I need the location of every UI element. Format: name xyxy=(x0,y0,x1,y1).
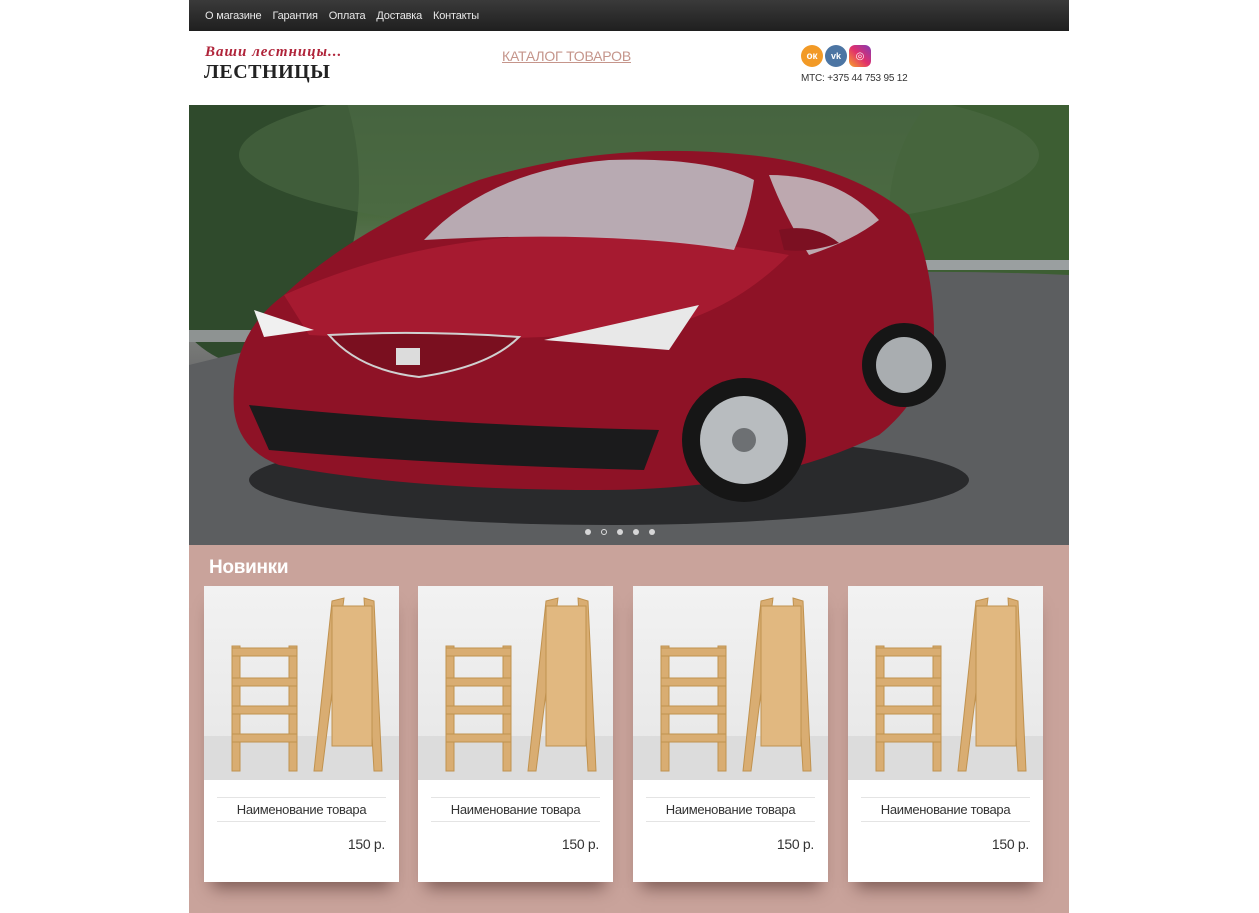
product-image[interactable] xyxy=(848,586,1043,780)
nav-payment[interactable]: Оплата xyxy=(329,10,366,22)
slider-dot-active[interactable] xyxy=(601,529,607,535)
slider-dot[interactable] xyxy=(649,529,655,535)
new-products-section: Новинки Наименование товара 150 р. Наиме… xyxy=(189,545,1069,913)
product-name[interactable]: Наименование товара xyxy=(431,797,600,822)
hero-slider[interactable] xyxy=(189,105,1069,545)
nav-warranty[interactable]: Гарантия xyxy=(272,10,318,22)
vkontakte-icon[interactable]: vk xyxy=(825,45,847,67)
product-card[interactable]: Наименование товара 150 р. xyxy=(633,586,828,882)
product-price: 150 р. xyxy=(561,836,599,852)
top-navigation: О магазине Гарантия Оплата Доставка Конт… xyxy=(189,0,1069,31)
phone-number: МТС: +375 44 753 95 12 xyxy=(801,73,908,84)
odnoklassniki-icon[interactable]: ок xyxy=(801,45,823,67)
brand-logo-text[interactable]: ЛЕСТНИЦЫ xyxy=(204,61,330,84)
product-price: 150 р. xyxy=(991,836,1029,852)
product-image[interactable] xyxy=(418,586,613,780)
product-name[interactable]: Наименование товара xyxy=(646,797,815,822)
catalog-link[interactable]: КАТАЛОГ ТОВАРОВ xyxy=(502,48,631,64)
nav-contacts[interactable]: Контакты xyxy=(433,10,479,22)
page-container: О магазине Гарантия Оплата Доставка Конт… xyxy=(189,0,1069,913)
product-name[interactable]: Наименование товара xyxy=(217,797,386,822)
hero-slide-image xyxy=(189,105,1069,545)
product-price: 150 р. xyxy=(776,836,814,852)
slider-pagination xyxy=(585,529,655,535)
nav-about[interactable]: О магазине xyxy=(205,10,262,22)
product-card[interactable]: Наименование товара 150 р. xyxy=(848,586,1043,882)
nav-delivery[interactable]: Доставка xyxy=(376,10,422,22)
product-image[interactable] xyxy=(204,586,399,780)
brand-tagline: Ваши лестницы... xyxy=(205,44,343,60)
section-title: Новинки xyxy=(209,557,289,578)
product-image[interactable] xyxy=(633,586,828,780)
instagram-icon[interactable]: ◎ xyxy=(849,45,871,67)
product-card[interactable]: Наименование товара 150 р. xyxy=(418,586,613,882)
product-card[interactable]: Наименование товара 150 р. xyxy=(204,586,399,882)
slider-dot[interactable] xyxy=(633,529,639,535)
social-links: ок vk ◎ xyxy=(801,45,871,67)
product-name[interactable]: Наименование товара xyxy=(861,797,1030,822)
product-price: 150 р. xyxy=(347,836,385,852)
slider-dot[interactable] xyxy=(617,529,623,535)
slider-dot[interactable] xyxy=(585,529,591,535)
